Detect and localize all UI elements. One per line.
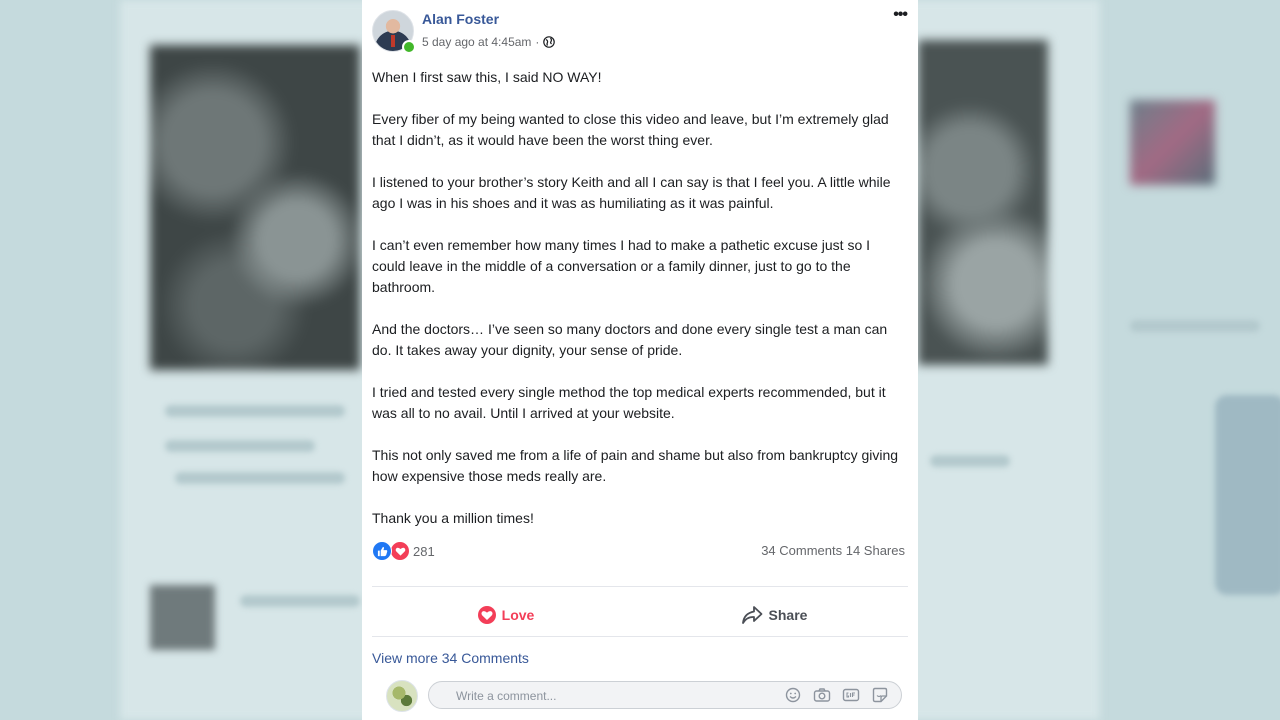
post-body: When I first saw this, I said NO WAY! Ev…: [372, 67, 904, 550]
current-user-avatar: [386, 680, 418, 712]
background-text-line: [1130, 320, 1260, 332]
background-text-line: [165, 440, 315, 452]
share-button-label: Share: [768, 607, 808, 623]
gif-icon[interactable]: [842, 686, 860, 704]
post-paragraph: I tried and tested every single method t…: [372, 384, 886, 421]
reaction-count: 281: [413, 543, 435, 559]
background-phone: [1215, 395, 1280, 595]
shares-count[interactable]: 14 Shares: [846, 543, 905, 558]
avatar-tie: [391, 35, 395, 47]
post-meta: 5 day ago at 4:45am ·: [422, 35, 556, 49]
comment-input-box[interactable]: [428, 681, 902, 710]
divider: [372, 636, 908, 637]
share-button[interactable]: Share: [640, 597, 908, 633]
background-photo-left: [150, 45, 360, 370]
post-header: Alan Foster 5 day ago at 4:45am · •••: [372, 6, 908, 54]
sticker-icon[interactable]: [871, 686, 889, 704]
emoji-icon[interactable]: [784, 686, 802, 704]
camera-icon[interactable]: [813, 686, 831, 704]
post-paragraph: This not only saved me from a life of pa…: [372, 447, 899, 484]
more-options-icon[interactable]: •••: [893, 6, 908, 24]
love-button[interactable]: Love: [372, 597, 640, 633]
comment-tools: [784, 686, 889, 704]
reaction-summary[interactable]: 281: [372, 541, 435, 561]
background-text-line: [165, 405, 345, 417]
background-photo-right: [918, 40, 1048, 365]
globe-icon: [543, 36, 556, 48]
post-stats: 34 Comments 14 Shares: [761, 543, 905, 558]
love-button-label: Love: [501, 607, 535, 623]
comment-input[interactable]: [429, 682, 778, 710]
background-thumbnail: [1130, 100, 1215, 185]
post-paragraph: I listened to your brother’s story Keith…: [372, 174, 891, 211]
post-paragraph: And the doctors… I’ve seen so many docto…: [372, 321, 888, 358]
divider: [372, 586, 908, 587]
love-reaction-icon: [390, 541, 410, 561]
view-more-comments-link[interactable]: View more 34 Comments: [372, 650, 529, 666]
background-text-line: [240, 595, 360, 607]
like-reaction-icon: [372, 541, 392, 561]
online-status-dot: [402, 40, 416, 54]
background-text-line: [930, 455, 1010, 467]
meta-separator: ·: [535, 35, 540, 49]
love-icon: [477, 606, 496, 624]
post-paragraph: When I first saw this, I said NO WAY!: [372, 69, 602, 85]
comment-composer: [386, 679, 906, 712]
post-timestamp[interactable]: 5 day ago at 4:45am: [422, 35, 531, 49]
post-paragraph: Every fiber of my being wanted to close …: [372, 111, 889, 148]
background-text-line: [175, 472, 345, 484]
author-name[interactable]: Alan Foster: [422, 11, 499, 27]
post-actions: Love Share: [372, 597, 908, 633]
post-card: Alan Foster 5 day ago at 4:45am · ••• Wh…: [362, 0, 918, 720]
background-square: [150, 585, 215, 650]
share-icon: [741, 606, 762, 624]
post-paragraph: Thank you a million times!: [372, 510, 534, 526]
comments-count[interactable]: 34 Comments: [761, 543, 842, 558]
post-paragraph: I can’t even remember how many times I h…: [372, 237, 871, 295]
